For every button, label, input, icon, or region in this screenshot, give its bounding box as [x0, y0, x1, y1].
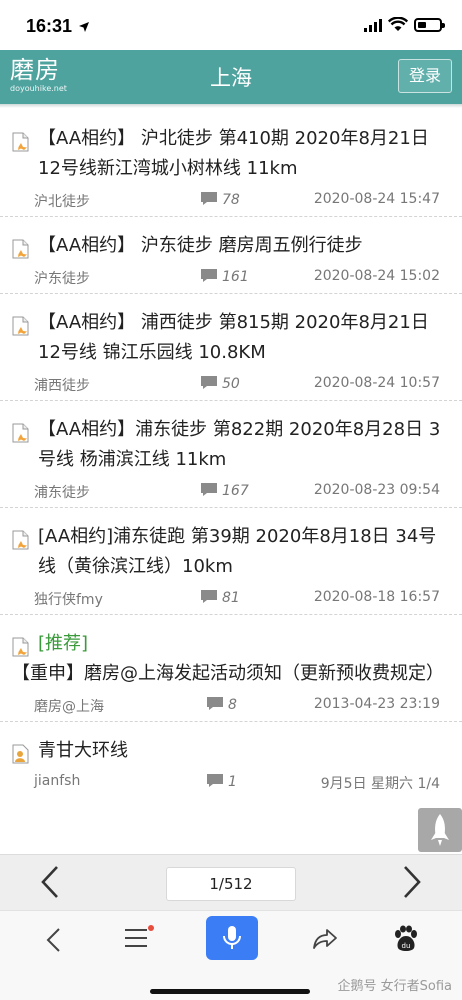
comment-count: 167 [200, 482, 249, 501]
post-title[interactable]: 【AA相约】 沪东徒步 磨房周五例行徒步 [12, 231, 450, 261]
back-arrow-icon [46, 928, 60, 952]
post-list: 【AA相约】 沪北徒步 第410期 2020年8月21日 12号线新江湾城小树林… [0, 108, 462, 854]
post-date: 2020-08-24 10:57 [313, 375, 440, 391]
post-date: 2013-04-23 23:19 [313, 696, 440, 712]
browser-back-button[interactable] [44, 927, 62, 957]
status-bar: 16:31 [0, 0, 462, 50]
comment-icon [200, 268, 218, 287]
comment-icon [206, 773, 224, 792]
hamburger-menu-icon [125, 929, 147, 947]
login-button[interactable]: 登录 [398, 59, 452, 93]
document-icon [12, 423, 30, 443]
user-document-icon [12, 744, 30, 764]
page-title: 上海 [210, 66, 252, 90]
notification-dot [148, 925, 154, 931]
share-button[interactable] [312, 927, 338, 955]
baidu-paw-icon: du [395, 925, 417, 951]
document-icon [12, 132, 30, 152]
post-meta: 沪东徒步 161 2020-08-24 15:02 [12, 261, 450, 293]
baidu-home-button[interactable]: du [392, 925, 420, 957]
list-item[interactable]: 【AA相约】 浦西徒步 第815期 2020年8月21日 12号线 锦江乐园线 … [0, 294, 462, 401]
list-item[interactable]: 【AA相约】 沪北徒步 第410期 2020年8月21日 12号线新江湾城小树林… [0, 108, 462, 217]
browser-toolbar: du 企鹅号 女行者Sofia [0, 910, 462, 1000]
post-title[interactable]: 【AA相约】 沪北徒步 第410期 2020年8月21日 12号线新江湾城小树林… [12, 124, 450, 184]
document-icon [12, 316, 30, 336]
post-author[interactable]: 磨房@上海 [34, 696, 104, 716]
list-item[interactable]: 【AA相约】浦东徒步 第822期 2020年8月28日 3号线 杨浦滨江线 11… [0, 401, 462, 508]
post-author[interactable]: 浦西徒步 [34, 375, 90, 395]
document-icon [12, 530, 30, 550]
post-title[interactable]: 【重申】磨房@上海发起活动须知（更新预收费规定） [12, 659, 450, 689]
cellular-signal-icon [364, 18, 384, 37]
comment-icon [200, 589, 218, 608]
back-to-top-button[interactable] [418, 808, 462, 852]
post-date: 9月5日 星期六 1/4 [320, 776, 440, 792]
post-date: 2020-08-18 16:57 [313, 589, 440, 605]
post-date: 2020-08-24 15:47 [313, 191, 440, 207]
svg-text:du: du [402, 942, 411, 950]
post-author[interactable]: 沪东徒步 [34, 268, 90, 288]
post-author[interactable]: 独行侠fmy [34, 589, 103, 609]
pagination-bar: 1/512 [0, 854, 462, 910]
document-icon [12, 239, 30, 259]
home-indicator[interactable] [150, 989, 310, 994]
comment-icon [200, 375, 218, 394]
post-tag-line: [推荐] [12, 629, 450, 659]
status-time: 16:31 [26, 16, 73, 36]
app-header: 磨房 doyouhike.net 上海 登录 [0, 50, 462, 104]
post-meta: jianfsh 1 9月5日 星期六 1/4 [12, 766, 450, 798]
post-date: 2020-08-24 15:02 [313, 268, 440, 284]
battery-icon [414, 18, 445, 32]
comment-count: 8 [206, 696, 237, 715]
page-indicator[interactable]: 1/512 [166, 867, 296, 901]
watermark-text: 企鹅号 女行者Sofia [337, 979, 453, 994]
wifi-icon [387, 16, 409, 36]
post-meta: 沪北徒步 78 2020-08-24 15:47 [12, 184, 450, 216]
share-arrow-icon [313, 929, 337, 949]
prev-page-button[interactable] [40, 865, 60, 903]
post-meta: 磨房@上海 8 2013-04-23 23:19 [12, 689, 450, 721]
menu-button[interactable] [124, 925, 154, 953]
document-icon [12, 637, 30, 657]
post-author[interactable]: 沪北徒步 [34, 191, 90, 211]
comment-count: 1 [206, 773, 237, 792]
chevron-left-icon [41, 866, 58, 898]
microphone-icon [223, 926, 241, 949]
post-title[interactable]: 【AA相约】浦东徒步 第822期 2020年8月28日 3号线 杨浦滨江线 11… [12, 415, 450, 475]
recommend-tag: [推荐] [38, 633, 89, 654]
chevron-right-icon [404, 866, 421, 898]
list-item[interactable]: 青甘大环线 jianfsh 1 9月5日 星期六 1/4 [0, 722, 462, 798]
comment-count: 50 [200, 375, 240, 394]
comment-icon [206, 696, 224, 715]
rocket-icon [431, 814, 449, 846]
location-arrow-icon [78, 18, 90, 37]
comment-count: 78 [200, 191, 240, 210]
post-date: 2020-08-23 09:54 [313, 482, 440, 498]
voice-search-button[interactable] [206, 916, 258, 960]
list-item[interactable]: [AA相约]浦东徒跑 第39期 2020年8月18日 34号线（黄徐滨江线）10… [0, 508, 462, 615]
post-meta: 浦西徒步 50 2020-08-24 10:57 [12, 368, 450, 400]
comment-count: 81 [200, 589, 240, 608]
comment-icon [200, 482, 218, 501]
post-meta: 独行侠fmy 81 2020-08-18 16:57 [12, 582, 450, 614]
post-title[interactable]: 【AA相约】 浦西徒步 第815期 2020年8月21日 12号线 锦江乐园线 … [12, 308, 450, 368]
post-meta: 浦东徒步 167 2020-08-23 09:54 [12, 475, 450, 507]
post-author[interactable]: 浦东徒步 [34, 482, 90, 502]
list-item[interactable]: [推荐] 【重申】磨房@上海发起活动须知（更新预收费规定） 磨房@上海 8 20… [0, 615, 462, 722]
list-item[interactable]: 【AA相约】 沪东徒步 磨房周五例行徒步 沪东徒步 161 2020-08-24… [0, 217, 462, 294]
post-title[interactable]: [AA相约]浦东徒跑 第39期 2020年8月18日 34号线（黄徐滨江线）10… [12, 522, 450, 582]
comment-icon [200, 191, 218, 210]
post-title[interactable]: 青甘大环线 [12, 736, 450, 766]
comment-count: 161 [200, 268, 249, 287]
next-page-button[interactable] [402, 865, 422, 903]
post-author[interactable]: jianfsh [34, 773, 80, 789]
